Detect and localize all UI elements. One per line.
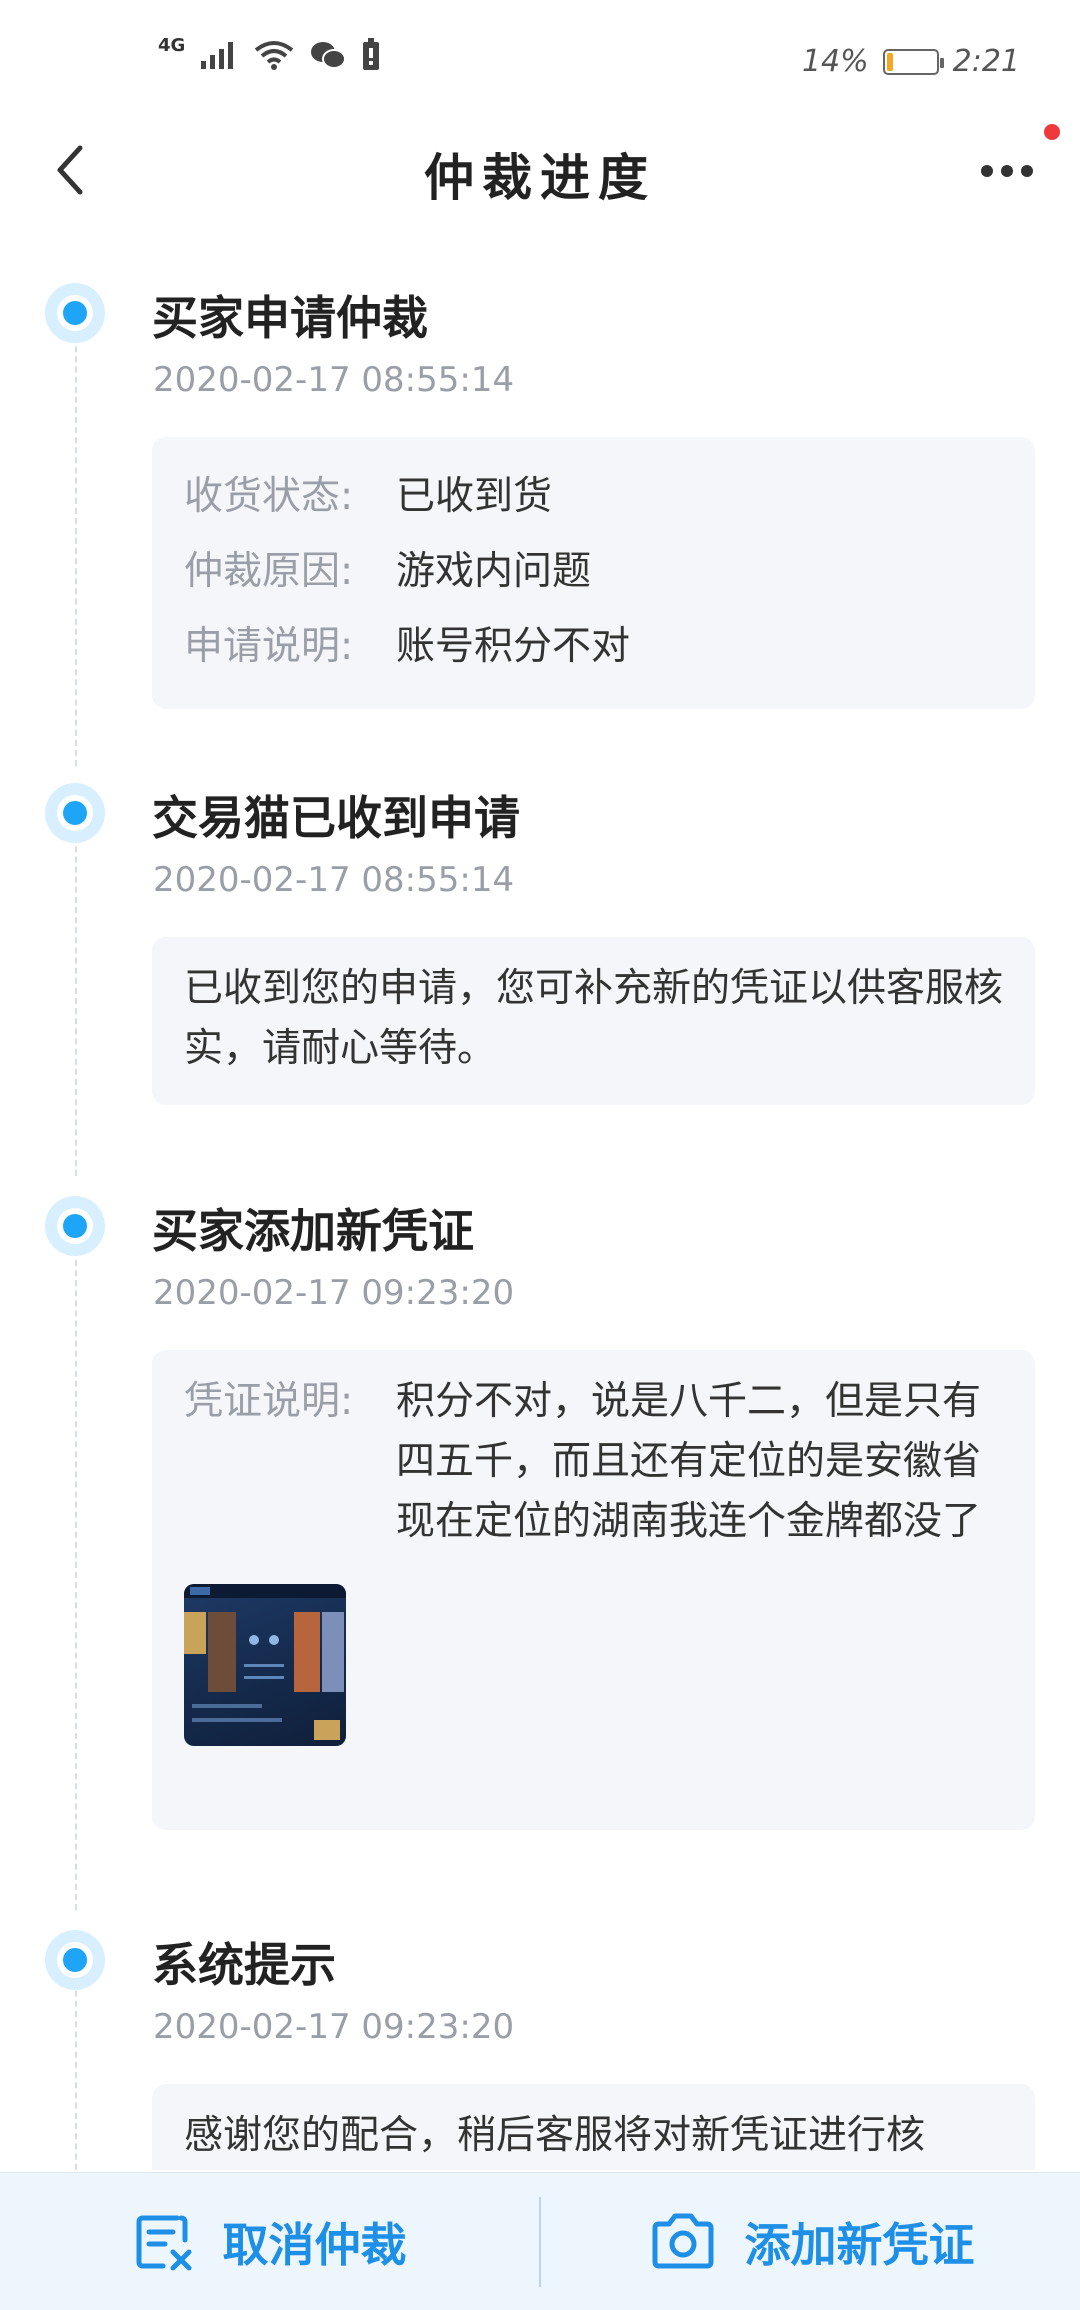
cancel-arbitration-button[interactable]: 取消仲裁 — [0, 2173, 539, 2310]
more-horizontal-icon — [981, 165, 1033, 177]
detail-row: 收货状态: 已收到货 — [184, 459, 1003, 534]
event-detail-card: 已收到您的申请，您可补充新的凭证以供客服核实，请耐心等待。 — [152, 937, 1035, 1105]
event-title: 买家申请仲裁 — [152, 291, 428, 345]
status-icons-left: 4G — [158, 34, 381, 72]
battery-icon — [882, 48, 944, 75]
battery-level-fill — [886, 52, 894, 71]
field-label: 申请说明: — [184, 624, 354, 669]
arbitration-timeline: 买家申请仲裁 2020-02-17 08:55:14 收货状态: 已收到货 仲裁… — [0, 230, 1080, 2170]
event-time: 2020-02-17 09:23:20 — [153, 1273, 515, 1313]
battery-saver-icon — [363, 38, 380, 70]
detail-row: 凭证说明: 积分不对，说是八千二，但是只有四五千，而且还有定位的是安徽省现在定位… — [184, 1372, 1003, 1552]
status-bar: 4G 14% 2:21 — [0, 0, 1080, 110]
battery-percent: 14% — [801, 44, 869, 79]
network-type: 4G — [158, 34, 186, 56]
event-title: 系统提示 — [152, 1938, 336, 1992]
camera-icon — [652, 2213, 713, 2268]
event-title: 买家添加新凭证 — [152, 1204, 474, 1258]
screenshot-image — [184, 1584, 346, 1740]
event-title: 交易猫已收到申请 — [152, 791, 520, 845]
wechat-icon — [311, 42, 347, 69]
bottom-action-bar: 取消仲裁 添加新凭证 — [0, 2172, 1080, 2310]
field-label: 收货状态: — [184, 474, 354, 519]
detail-row: 申请说明: 账号积分不对 — [184, 609, 1003, 684]
timeline-connector — [75, 296, 77, 766]
add-evidence-button[interactable]: 添加新凭证 — [541, 2173, 1080, 2310]
event-time: 2020-02-17 09:23:20 — [153, 2007, 515, 2047]
timeline-node-icon — [45, 783, 105, 843]
timeline-node-icon — [45, 283, 105, 343]
event-detail-card: 凭证说明: 积分不对，说是八千二，但是只有四五千，而且还有定位的是安徽省现在定位… — [152, 1350, 1035, 1830]
status-icons-right: 14% 2:21 — [802, 44, 1020, 79]
clock: 2:21 — [952, 44, 1020, 79]
timeline-connector — [75, 1230, 77, 1910]
timeline-connector — [75, 1960, 77, 2170]
field-value: 积分不对，说是八千二，但是只有四五千，而且还有定位的是安徽省现在定位的湖南我连个… — [396, 1379, 982, 1544]
wifi-icon — [255, 41, 294, 70]
notification-dot — [1044, 124, 1060, 140]
field-value: 已收到货 — [396, 474, 553, 519]
timeline-node-icon — [45, 1930, 105, 1990]
cancel-arbitration-label: 取消仲裁 — [222, 2217, 407, 2272]
page-title: 仲裁进度 — [424, 148, 656, 207]
cancel-document-icon — [136, 2215, 191, 2270]
timeline-node-icon — [45, 1196, 105, 1256]
event-time: 2020-02-17 08:55:14 — [153, 860, 515, 900]
signal-icon — [201, 42, 234, 69]
field-value: 账号积分不对 — [396, 624, 631, 669]
more-button[interactable] — [972, 146, 1042, 196]
header: 仲裁进度 — [0, 110, 1080, 230]
detail-row: 仲裁原因: 游戏内问题 — [184, 534, 1003, 609]
field-value: 游戏内问题 — [396, 549, 592, 594]
event-message: 已收到您的申请，您可补充新的凭证以供客服核实，请耐心等待。 — [184, 966, 1004, 1071]
field-label: 凭证说明: — [184, 1379, 354, 1424]
evidence-thumbnail[interactable] — [184, 1584, 346, 1746]
event-detail-card: 感谢您的配合，稍后客服将对新凭证进行核 — [152, 2084, 1035, 2170]
field-label: 仲裁原因: — [184, 549, 354, 594]
timeline-connector — [75, 816, 77, 1176]
event-time: 2020-02-17 08:55:14 — [153, 360, 515, 400]
event-message: 感谢您的配合，稍后客服将对新凭证进行核 — [184, 2113, 926, 2158]
event-detail-card: 收货状态: 已收到货 仲裁原因: 游戏内问题 申请说明: 账号积分不对 — [152, 437, 1035, 709]
add-evidence-label: 添加新凭证 — [744, 2217, 975, 2272]
